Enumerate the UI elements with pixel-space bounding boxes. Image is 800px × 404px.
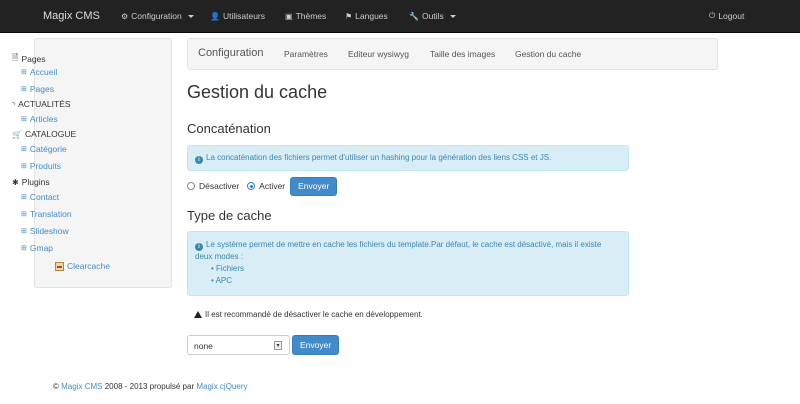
sidebar-heading-catalogue-label: CATALOGUE (24, 129, 77, 139)
nav-configuration-label: Configuration (131, 11, 182, 21)
book-icon: ▣ (285, 11, 293, 21)
tab-parametres[interactable]: Paramètres (284, 49, 328, 59)
sidebar-item-produits[interactable]: ⊞ Produits (21, 161, 61, 171)
radio-activer-label: Activer (259, 181, 286, 191)
caret-down-icon (187, 14, 194, 18)
sidebar-heading-pages: 🗎 Pages (12, 52, 46, 66)
cart-icon: 🛒 (12, 129, 22, 139)
nav-outils[interactable]: 🔧 Outils (409, 11, 456, 21)
clearcache-icon (55, 261, 64, 271)
sidebar-item-accueil[interactable]: ⊞ Accueil (21, 67, 57, 77)
sidebar-item-gmap[interactable]: ⊞ Gmap (21, 243, 53, 253)
radio-activer[interactable] (247, 182, 256, 190)
sidebar-item-label: Pages (29, 84, 54, 94)
footer-brand-link[interactable]: Magix CMS (61, 382, 102, 391)
radio-desactiver-label: Désactiver (199, 181, 240, 191)
nav-outils-label: Outils (421, 11, 444, 21)
cache-modes-list: • Fichiers • APC (195, 263, 621, 287)
sidebar-item-label: Slideshow (29, 226, 69, 236)
concat-radio-group: Désactiver Activer Envoyer (187, 176, 338, 196)
plus-square-icon: ⊞ (21, 146, 27, 153)
list-item: • Fichiers (211, 264, 245, 273)
nav-themes-label: Thèmes (295, 11, 327, 21)
rss-icon: ◝ (12, 99, 16, 109)
info-icon: i (195, 243, 203, 251)
sidebar-item-label: Clearcache (67, 261, 110, 271)
plus-square-icon: ⊞ (21, 163, 27, 170)
nav-utilisateurs[interactable]: 👤 Utilisateurs (210, 11, 265, 21)
nav-utilisateurs-label: Utilisateurs (222, 11, 266, 21)
cache-type-heading: Type de cache (187, 208, 272, 223)
sidebar-item-articles[interactable]: ⊞ Articles (21, 114, 58, 124)
sidebar-item-slideshow[interactable]: ⊞ Slideshow (21, 226, 69, 236)
tab-gestion-du-cache[interactable]: Gestion du cache (515, 49, 581, 59)
tab-taille-des-images[interactable]: Taille des images (430, 49, 495, 59)
sidebar-item-translation[interactable]: ⊞ Translation (21, 209, 72, 219)
sidebar-item-contact[interactable]: ⊞ Contact (21, 192, 59, 202)
sidebar-item-label: Translation (29, 209, 72, 219)
concat-info-alert: i La concaténation des fichiers permet d'… (187, 145, 629, 171)
sidebar-heading-plugins-label: Plugins (21, 177, 50, 187)
footer: © Magix CMS 2008 - 2013 propulsé par Mag… (53, 382, 247, 391)
nav-langues[interactable]: ⚑ Langues (345, 11, 388, 21)
logout-link[interactable]: ⏻ Logout (709, 11, 744, 21)
copyright-symbol: © (53, 382, 59, 391)
list-item: • APC (211, 276, 233, 285)
tab-configuration[interactable]: Configuration (198, 47, 263, 59)
file-icon: 🗎 (12, 53, 19, 62)
concat-heading: Concaténation (187, 121, 271, 136)
dev-warning: Il est recommandé de désactiver le cache… (194, 310, 423, 319)
concat-submit-button[interactable]: Envoyer (290, 176, 338, 196)
sidebar-item-label: Catégorie (29, 144, 67, 154)
sidebar-item-label: Gmap (29, 243, 54, 253)
sidebar-item-label: Contact (29, 192, 60, 202)
nav-themes[interactable]: ▣ Thèmes (285, 11, 326, 21)
plus-square-icon: ⊞ (21, 228, 27, 235)
wrench-icon: 🔧 (409, 11, 419, 21)
logout-label: Logout (718, 11, 745, 21)
concat-info-text: La concaténation des fichiers permet d'u… (206, 153, 552, 162)
nav-langues-label: Langues (355, 11, 388, 21)
gear-icon: ⚙ (121, 11, 129, 21)
power-icon: ⏻ (709, 11, 716, 20)
sidebar-item-label: Accueil (29, 67, 58, 77)
sidebar-heading-actualites-label: ACTUALITÉS (18, 99, 71, 109)
flag-icon: ⚑ (345, 11, 353, 21)
sidebar-heading-catalogue: 🛒 CATALOGUE (12, 129, 76, 139)
sidebar-item-clearcache[interactable]: Clearcache (55, 261, 110, 271)
puzzle-icon: ✱ (12, 177, 19, 187)
cache-type-info-alert: i Le système permet de mettre en cache le… (187, 231, 629, 296)
page-title: Gestion du cache (187, 82, 328, 102)
plus-square-icon: ⊞ (21, 86, 27, 93)
cache-type-info-text: Le système permet de mettre en cache les… (195, 240, 602, 261)
sidebar-heading-plugins: ✱ Plugins (12, 177, 50, 187)
warning-icon (194, 311, 202, 318)
plus-square-icon: ⊞ (21, 245, 27, 252)
top-navbar: Magix CMS ⚙ Configuration 👤 Utilisateurs… (0, 0, 800, 33)
sidebar-item-label: Articles (29, 114, 58, 124)
info-icon: i (195, 156, 203, 164)
user-icon: 👤 (210, 11, 220, 21)
sidebar-item-pages[interactable]: ⊞ Pages (21, 84, 54, 94)
cache-type-submit-button[interactable]: Envoyer (292, 335, 340, 355)
nav-configuration[interactable]: ⚙ Configuration (121, 11, 194, 21)
brand-link[interactable]: Magix CMS (43, 10, 100, 22)
footer-engine-link[interactable]: Magix cjQuery (196, 382, 247, 391)
cache-type-select[interactable]: none ▾ (187, 335, 290, 355)
sidebar-heading-actualites: ◝ ACTUALITÉS (12, 99, 71, 109)
plus-square-icon: ⊞ (21, 211, 27, 218)
select-arrow-icon: ▾ (274, 341, 282, 350)
plus-square-icon: ⊞ (21, 116, 27, 123)
sidebar-heading-pages-label: Pages (21, 54, 46, 64)
radio-desactiver[interactable] (187, 182, 195, 190)
plus-square-icon: ⊞ (21, 69, 27, 76)
tab-editeur-wysiwyg[interactable]: Editeur wysiwyg (348, 49, 409, 59)
plus-square-icon: ⊞ (21, 194, 27, 201)
caret-down-icon (449, 14, 456, 18)
footer-text: 2008 - 2013 propulsé par (104, 382, 195, 391)
sidebar-item-categorie[interactable]: ⊞ Catégorie (21, 144, 67, 154)
cache-type-select-value: none (194, 341, 213, 351)
sidebar-item-label: Produits (29, 161, 62, 171)
dev-warning-text: Il est recommandé de désactiver le cache… (205, 310, 423, 319)
